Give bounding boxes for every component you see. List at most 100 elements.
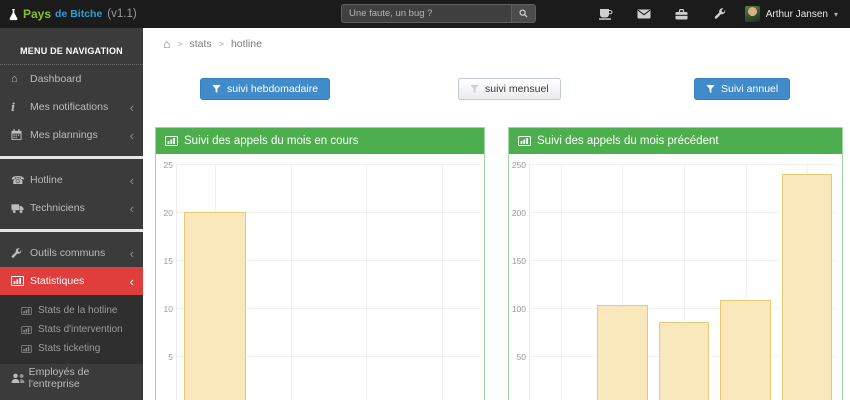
search-submit-button[interactable]: [511, 4, 536, 23]
sidebar-item-label: Mes plannings: [30, 129, 98, 141]
sidebar-item-notifications[interactable]: i Mes notifications ‹: [0, 93, 143, 121]
breadcrumb-link-stats[interactable]: stats: [190, 38, 212, 50]
sidebar-item-label: Outils communs: [30, 247, 106, 259]
y-axis-tick-label: 10: [163, 304, 173, 314]
button-label: suivi mensuel: [485, 83, 549, 95]
y-axis-tick-label: 50: [516, 352, 526, 362]
home-icon[interactable]: ⌂: [163, 37, 170, 51]
chart-icon: [518, 136, 531, 146]
truck-icon: [11, 203, 30, 214]
y-axis-tick-label: 150: [511, 256, 526, 266]
sidebar-divider: [0, 229, 143, 232]
sidebar-item-plannings[interactable]: Mes plannings ‹: [0, 121, 143, 149]
coffee-icon: [598, 8, 613, 20]
bar-chart-previous-month: 250 200 150 100 50: [509, 154, 842, 400]
bar: [720, 300, 771, 400]
sidebar-item-hotline[interactable]: ☎ Hotline ‹: [0, 166, 143, 194]
suivi-hebdomadaire-button[interactable]: suivi hebdomadaire: [200, 78, 331, 100]
sidebar-item-label: Statistiques: [30, 275, 85, 287]
suivi-annuel-button[interactable]: Suivi annuel: [694, 78, 791, 100]
filter-icon: [212, 84, 221, 94]
wrench-icon: [714, 8, 726, 20]
gridline: [560, 164, 562, 400]
chevron-left-icon: ‹: [129, 245, 134, 261]
envelope-icon: [637, 9, 651, 19]
gridline: [177, 164, 480, 165]
flask-icon: [8, 8, 19, 21]
y-axis-tick-label: 15: [163, 256, 173, 266]
search-input[interactable]: [341, 4, 511, 23]
coffee-menu-button[interactable]: [587, 0, 625, 28]
logo-version: (v1.1): [107, 8, 137, 20]
chart-icon: [165, 136, 178, 146]
y-axis-tick-label: 20: [163, 208, 173, 218]
search-form: [341, 4, 536, 23]
sidebar: MENU DE NAVIGATION ⌂ Dashboard i Mes not…: [0, 28, 143, 400]
bar-chart-icon: [21, 306, 32, 315]
sidebar-subitem-label: Stats de la hotline: [38, 305, 118, 316]
sidebar-subitem-stats-ticketing[interactable]: Stats ticketing: [0, 339, 143, 358]
panel-title: Suivi des appels du mois précédent: [537, 135, 719, 147]
messages-menu-button[interactable]: [625, 0, 663, 28]
app-window: Pays de Bitche (v1.1) Une faute, un bug …: [0, 0, 850, 400]
avatar: [744, 6, 760, 22]
y-axis-tick-label: 25: [163, 160, 173, 170]
sidebar-item-label: Hotline: [30, 174, 63, 186]
briefcase-icon: [675, 8, 688, 20]
sidebar-subitem-label: Stats ticketing: [38, 343, 101, 354]
sidebar-item-mon-compte[interactable]: Mon compte: [0, 392, 143, 400]
sidebar-item-label: Mes notifications: [30, 101, 109, 113]
breadcrumb-link-hotline[interactable]: hotline: [231, 38, 262, 50]
chevron-left-icon: ‹: [129, 172, 134, 188]
sidebar-item-outils-communs[interactable]: Outils communs ‹: [0, 239, 143, 267]
panel-body: 25 20 15 10 5: [156, 154, 519, 400]
tools-menu-button[interactable]: [701, 0, 739, 28]
sidebar-subitem-stats-intervention[interactable]: Stats d'intervention: [0, 320, 143, 339]
app-logo[interactable]: Pays de Bitche (v1.1): [8, 0, 137, 28]
chevron-down-icon: ▾: [833, 9, 838, 19]
users-icon: [11, 373, 29, 383]
sidebar-item-employes[interactable]: Employés de l'entreprise: [0, 364, 143, 392]
suivi-mensuel-button[interactable]: suivi mensuel: [458, 78, 561, 100]
bar: [183, 212, 246, 400]
home-icon: ⌂: [11, 73, 18, 85]
panel-title: Suivi des appels du mois en cours: [184, 135, 359, 147]
breadcrumb-separator: >: [218, 39, 224, 49]
plot-area: [529, 164, 838, 400]
bar-chart-current-month: 25 20 15 10 5: [156, 154, 519, 400]
sidebar-subitem-label: Stats d'intervention: [38, 324, 123, 335]
wrench-icon: [11, 247, 30, 259]
y-axis-tick-label: 100: [511, 304, 526, 314]
panel-body: 250 200 150 100 50: [509, 154, 842, 400]
sidebar-divider: [0, 156, 143, 159]
user-menu[interactable]: Arthur Jansen ▾: [739, 0, 844, 28]
sidebar-item-label: Employés de l'entreprise: [28, 366, 90, 390]
panel-heading: Suivi des appels du mois en cours: [156, 128, 484, 154]
statistiques-submenu: Stats de la hotline Stats d'intervention…: [0, 295, 143, 364]
search-icon: [519, 9, 528, 18]
bar: [781, 173, 833, 400]
panel-heading: Suivi des appels du mois précédent: [509, 128, 842, 154]
button-label: Suivi annuel: [721, 83, 779, 95]
main-content: ⌂ > stats > hotline suivi hebdomadaire s…: [143, 28, 850, 400]
sidebar-item-techniciens[interactable]: Techniciens ‹: [0, 194, 143, 222]
chevron-left-icon: ‹: [129, 273, 134, 289]
sidebar-item-dashboard[interactable]: ⌂ Dashboard: [0, 65, 143, 93]
navbar-right-menu: Arthur Jansen ▾: [587, 0, 844, 28]
gridline: [290, 164, 292, 400]
sidebar-item-statistiques[interactable]: Statistiques ‹: [0, 267, 143, 295]
button-label: suivi hebdomadaire: [227, 83, 319, 95]
panel-current-month: Suivi des appels du mois en cours 25 20 15…: [155, 127, 519, 400]
briefcase-menu-button[interactable]: [663, 0, 701, 28]
top-navbar: Pays de Bitche (v1.1) Une faute, un bug …: [0, 0, 850, 28]
sidebar-subitem-stats-hotline[interactable]: Stats de la hotline: [0, 301, 143, 320]
breadcrumb: ⌂ > stats > hotline: [163, 37, 262, 51]
sidebar-item-label: Dashboard: [30, 73, 82, 85]
breadcrumb-separator: >: [177, 39, 183, 49]
gridline: [366, 164, 368, 400]
y-axis-tick-label: 200: [511, 208, 526, 218]
phone-icon: ☎: [11, 174, 25, 187]
chevron-left-icon: ‹: [129, 200, 134, 216]
y-axis-tick-label: 250: [511, 160, 526, 170]
plot-area: [176, 164, 519, 400]
